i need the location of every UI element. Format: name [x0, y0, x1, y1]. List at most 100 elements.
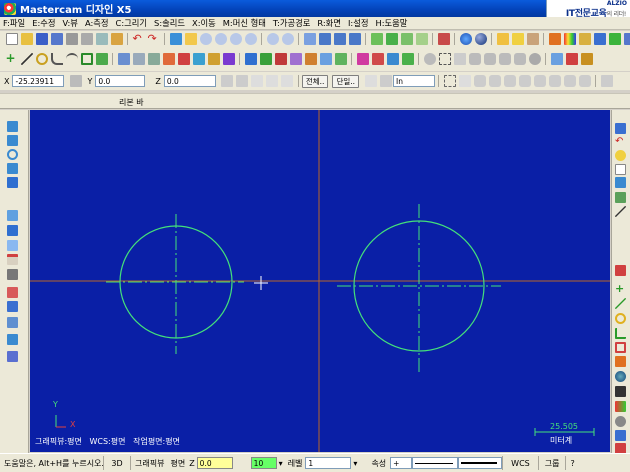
save-icon[interactable] — [35, 33, 48, 45]
sphere-tool-icon[interactable] — [615, 371, 626, 382]
status-help-button[interactable]: ? — [566, 456, 578, 471]
menu-screen[interactable]: R:화면 — [317, 17, 341, 29]
line-icon[interactable] — [20, 53, 33, 65]
gview-label[interactable]: 그래픽뷰 — [131, 456, 168, 471]
stretch-icon[interactable] — [274, 53, 287, 65]
point-select-icon[interactable] — [251, 75, 264, 87]
break-icon[interactable] — [132, 53, 145, 65]
select-arrow-icon[interactable] — [458, 75, 471, 87]
color-swatch[interactable]: 10 — [250, 457, 277, 469]
page-icon[interactable] — [615, 164, 626, 175]
menu-settings[interactable]: I:설정 — [348, 17, 369, 29]
repaint-icon[interactable] — [303, 33, 316, 45]
book-icon[interactable] — [565, 53, 578, 65]
point-icon[interactable]: + — [6, 52, 18, 65]
screen-settings-icon[interactable] — [437, 33, 450, 45]
auto-grab-icon[interactable] — [236, 75, 249, 87]
fillet-icon[interactable] — [50, 53, 63, 65]
shape-select-7-icon[interactable] — [563, 75, 576, 87]
open-file-icon[interactable] — [20, 33, 33, 45]
select-mode-icon[interactable] — [364, 75, 377, 87]
box-icon[interactable] — [7, 301, 18, 312]
brush-icon[interactable] — [526, 33, 539, 45]
menu-toolpaths[interactable]: T:가공경로 — [273, 17, 310, 29]
unzoom-icon[interactable] — [266, 33, 279, 45]
hex-icon[interactable] — [468, 53, 481, 65]
solid-sweep-icon[interactable] — [386, 53, 399, 65]
new-file-icon[interactable] — [5, 33, 18, 45]
rotate-view-2-icon[interactable] — [7, 135, 18, 146]
isometric-view-icon[interactable] — [370, 33, 383, 45]
y-coord-input[interactable] — [95, 75, 146, 87]
scale-icon[interactable] — [207, 53, 220, 65]
menu-view[interactable]: V:뷰 — [63, 17, 78, 29]
menu-edit[interactable]: E:수정 — [32, 17, 55, 29]
top-view-icon[interactable] — [318, 33, 331, 45]
project-icon[interactable] — [304, 53, 317, 65]
menu-analyze[interactable]: A:측정 — [85, 17, 109, 29]
corner-icon[interactable] — [615, 328, 626, 339]
globe-icon[interactable] — [459, 33, 472, 45]
print-icon[interactable] — [65, 33, 78, 45]
cube-icon[interactable] — [7, 177, 18, 188]
shape-select-icon[interactable] — [473, 75, 486, 87]
wrap-icon[interactable] — [289, 53, 302, 65]
cube-4-icon[interactable] — [7, 240, 18, 251]
mode-3d-toggle[interactable]: 3D — [104, 456, 130, 471]
group-button[interactable]: 그룹 — [539, 456, 566, 471]
list-icon[interactable] — [623, 33, 630, 45]
shape-select-3-icon[interactable] — [503, 75, 516, 87]
zoom-selected-icon[interactable] — [281, 33, 294, 45]
zoom-window-icon[interactable] — [199, 33, 212, 45]
menu-machine-type[interactable]: M:머신 형태 — [223, 17, 266, 29]
help-select-icon[interactable] — [600, 75, 613, 87]
xform-icon[interactable] — [162, 53, 175, 65]
array-icon[interactable] — [259, 53, 272, 65]
save-as-icon[interactable] — [50, 33, 63, 45]
rect-icon[interactable] — [80, 53, 93, 65]
arc-tool-icon[interactable] — [7, 149, 18, 160]
rect-tool-icon[interactable] — [615, 342, 626, 353]
fast-point-icon[interactable] — [221, 75, 234, 87]
line-tool-icon[interactable] — [615, 206, 626, 217]
shape-select-8-icon[interactable] — [578, 75, 591, 87]
solid-revolve-icon[interactable] — [371, 53, 384, 65]
front-view-icon[interactable] — [333, 33, 346, 45]
shape-select-6-icon[interactable] — [548, 75, 561, 87]
arrow-select-icon[interactable] — [453, 53, 466, 65]
level-select[interactable]: 1 — [305, 457, 352, 469]
single-button[interactable]: 단일.. — [332, 74, 360, 88]
box-select-icon[interactable] — [438, 53, 451, 65]
green-bar-icon[interactable] — [608, 33, 621, 45]
roll-icon[interactable] — [319, 53, 332, 65]
monitor-icon[interactable] — [7, 334, 18, 345]
shade-icon[interactable] — [7, 269, 18, 280]
gear-icon[interactable] — [528, 53, 541, 65]
shape-select-5-icon[interactable] — [533, 75, 546, 87]
window-select-icon[interactable] — [443, 75, 456, 87]
redo-icon[interactable]: ↷ — [148, 33, 160, 45]
pencil-icon[interactable] — [496, 33, 509, 45]
menu-help[interactable]: H:도움말 — [375, 17, 407, 29]
drag-icon[interactable] — [334, 53, 347, 65]
verify-icon[interactable] — [379, 75, 392, 87]
multi-color-icon[interactable] — [563, 33, 576, 45]
pan-icon[interactable] — [169, 33, 182, 45]
help-icon[interactable] — [550, 53, 563, 65]
snap-icon[interactable] — [266, 75, 279, 87]
clock-icon[interactable] — [615, 150, 626, 161]
hidden-line-icon[interactable] — [415, 33, 428, 45]
cut-icon[interactable] — [80, 33, 93, 45]
zoom-out-icon[interactable] — [229, 33, 242, 45]
solid-extrude-icon[interactable] — [356, 53, 369, 65]
graphics-window[interactable]: Y X 그래픽뷰:평면 WCS:평면 작업평면:평면 25.505 미터계 — [30, 110, 610, 452]
stack-icon[interactable] — [7, 287, 18, 298]
wheel-icon[interactable] — [615, 416, 626, 427]
grid-view-icon[interactable] — [7, 317, 18, 328]
sphere-icon[interactable] — [474, 33, 487, 45]
color-icon[interactable] — [615, 401, 626, 412]
undo-right-icon[interactable]: ↶ — [615, 137, 626, 148]
select-all-icon[interactable] — [615, 123, 626, 134]
menu-xform[interactable]: X:이동 — [192, 17, 216, 29]
orange-icon[interactable] — [615, 356, 626, 367]
